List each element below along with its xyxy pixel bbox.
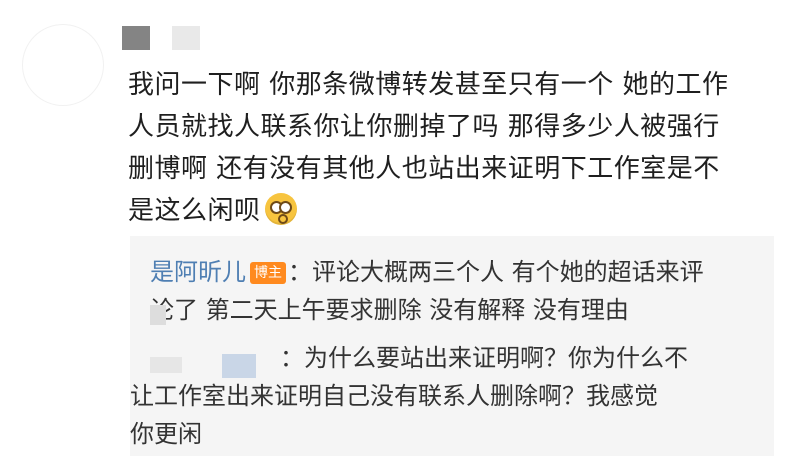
- main-comment: 我问一下啊 你那条微博转发甚至只有一个 她的工作 人员就找人联系你让你删掉了吗 …: [128, 64, 788, 232]
- reply-item[interactable]: ：为什么要站出来证明啊？你为什么不 让工作室出来证明自己没有联系人删除啊？我感觉…: [130, 339, 756, 453]
- comment-line: 删博啊 还有没有其他人也站出来证明下工作室是不: [128, 154, 720, 184]
- reply-author-link[interactable]: 是阿昕儿: [150, 258, 246, 286]
- blurred-reply-username: [150, 357, 182, 373]
- dizzy-face-emoji: [264, 193, 297, 225]
- comment-line-text: 是这么闲呗: [128, 196, 261, 226]
- reply-text-line: 你更闲: [130, 420, 202, 448]
- blurred-username: [122, 26, 150, 50]
- avatar[interactable]: [22, 24, 104, 106]
- blurred-reply-username: [222, 354, 256, 378]
- comment-line: 人员就找人联系你让你删掉了吗 那得多少人被强行: [128, 112, 720, 142]
- comment-line: 我问一下啊 你那条微博转发甚至只有一个 她的工作: [128, 70, 729, 100]
- reply-thread: 是阿昕儿 博主 ：评论大概两三个人 有个她的超话来评 论了 第二天上午要求删除 没有…: [130, 236, 774, 456]
- reply-item[interactable]: 是阿昕儿 博主 ：评论大概两三个人 有个她的超话来评 论了 第二天上午要求删除 没有…: [150, 253, 760, 329]
- comment-line-last: 是这么闲呗: [128, 190, 788, 232]
- blur-artifact: [150, 305, 166, 325]
- reply-text-line: ：为什么要站出来证明啊？你为什么不: [280, 344, 688, 372]
- reply-text: ：评论大概两三个人 有个她的超话来评: [288, 258, 704, 286]
- blurred-username: [172, 26, 200, 50]
- blogger-badge: 博主: [250, 262, 286, 284]
- reply-text-line: 论了 第二天上午要求删除 没有解释 没有理由: [150, 296, 629, 324]
- reply-text-line: 让工作室出来证明自己没有联系人删除啊？我感觉: [130, 382, 658, 410]
